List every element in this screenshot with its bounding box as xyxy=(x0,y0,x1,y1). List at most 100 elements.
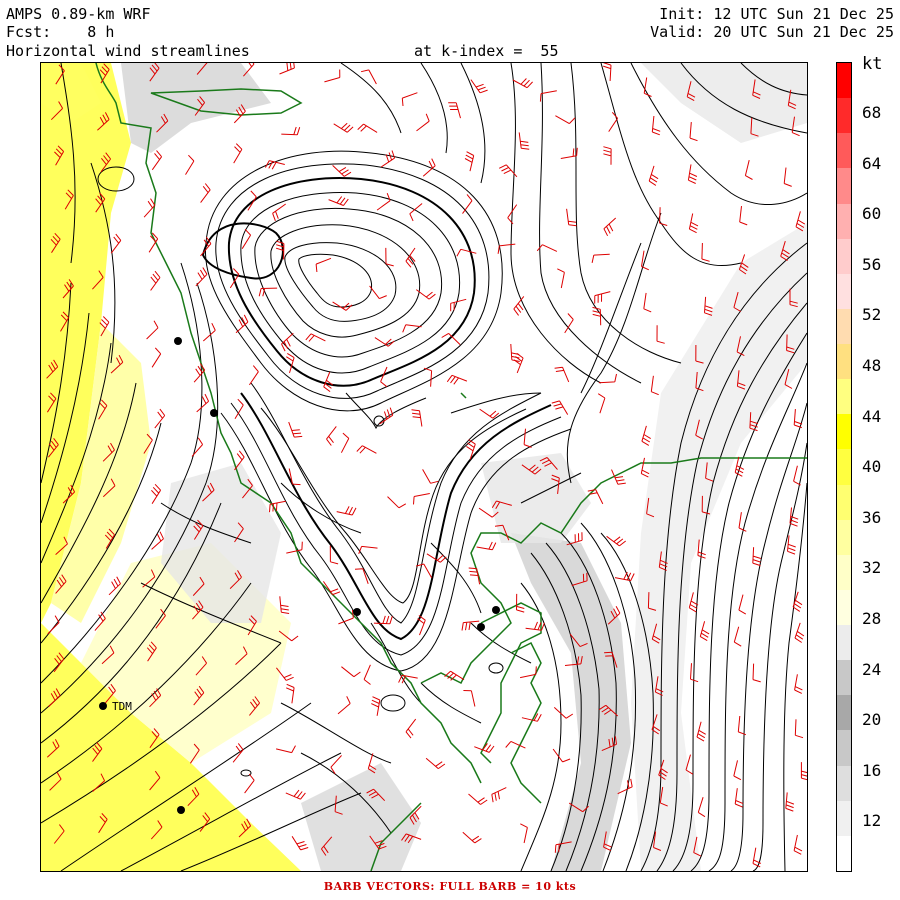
colorbar-tick-label: 12 xyxy=(862,811,882,831)
wind-barb xyxy=(193,363,206,383)
colorbar-swatch xyxy=(837,98,851,134)
wind-barb xyxy=(415,563,433,579)
colorbar-swatch xyxy=(837,133,851,169)
colorbar-swatch xyxy=(837,695,851,731)
vertical-level: at k-index = 55 xyxy=(414,42,559,60)
colorbar-swatch xyxy=(837,519,851,556)
wind-barb xyxy=(354,568,369,584)
wind-barb xyxy=(380,150,396,168)
wind-barb xyxy=(699,621,710,642)
wind-barb xyxy=(468,793,488,805)
wind-barb xyxy=(333,122,354,133)
wind-barb xyxy=(566,208,577,227)
wind-barb xyxy=(446,374,468,385)
wind-barb xyxy=(315,257,332,273)
wind-barb xyxy=(701,242,710,262)
wind-barb xyxy=(643,292,652,313)
wind-barb xyxy=(328,196,349,206)
wind-barb xyxy=(520,823,528,844)
wind-barb xyxy=(603,146,612,165)
wind-barb xyxy=(330,755,342,775)
wind-barb xyxy=(640,457,650,478)
wind-barb xyxy=(291,836,309,851)
wind-barb xyxy=(555,115,576,125)
wind-barb xyxy=(468,567,481,585)
wind-speed-shading xyxy=(41,63,807,871)
colorbar-tick-label: 36 xyxy=(862,507,882,527)
colorbar-swatch xyxy=(837,63,851,99)
wind-barb xyxy=(688,213,699,234)
wind-barb xyxy=(651,115,661,136)
colorbar-tick-label: 64 xyxy=(862,153,882,173)
wind-barb xyxy=(341,666,361,678)
wind-barb xyxy=(552,748,571,763)
wind-barb xyxy=(592,306,602,326)
wind-barb xyxy=(360,69,377,85)
wind-barb xyxy=(196,393,210,413)
wind-barb xyxy=(258,287,278,297)
colorbar-tick-label: 28 xyxy=(862,609,882,628)
wind-barb xyxy=(416,113,430,132)
wind-barb xyxy=(411,409,423,427)
colorbar-tick-label: 16 xyxy=(862,760,882,780)
wind-barb xyxy=(151,347,162,368)
wind-barb xyxy=(564,313,574,334)
colorbar-swatch xyxy=(837,168,851,205)
map-panel: TDM xyxy=(40,62,808,872)
wind-barb xyxy=(285,789,306,800)
wind-barb xyxy=(402,324,422,333)
wind-barb xyxy=(491,787,507,803)
wind-barb xyxy=(151,483,162,504)
wind-barb xyxy=(744,159,753,180)
wind-barb xyxy=(518,132,530,150)
colorbar-swatch xyxy=(837,835,851,872)
map-canvas: TDM xyxy=(41,63,807,871)
wind-barb xyxy=(369,285,387,300)
wind-barb xyxy=(505,740,526,749)
colorbar-swatch xyxy=(837,660,851,696)
wind-barb xyxy=(479,408,500,419)
wind-barb xyxy=(648,165,659,186)
wind-barb xyxy=(380,366,388,388)
wind-barb xyxy=(279,596,290,614)
wind-barb xyxy=(405,718,417,739)
wind-barb xyxy=(733,626,742,647)
wind-barb xyxy=(476,541,497,551)
wind-barb xyxy=(752,547,761,567)
wind-barb xyxy=(357,123,378,133)
wind-barb xyxy=(513,296,525,316)
wind-barb xyxy=(687,164,698,184)
wind-barb xyxy=(641,425,651,446)
wind-barb xyxy=(464,151,475,172)
wind-barb xyxy=(288,421,303,438)
wind-barb xyxy=(697,797,706,818)
wind-barb xyxy=(793,834,803,855)
wind-barb xyxy=(151,150,163,171)
valid-time: Valid: 20 UTC Sun 21 Dec 25 xyxy=(650,23,894,41)
wind-barb xyxy=(305,333,326,342)
wind-barb xyxy=(614,571,635,582)
wind-barb xyxy=(794,622,805,643)
wind-barb xyxy=(326,426,337,446)
init-time: Init: 12 UTC Sun 21 Dec 25 xyxy=(659,5,894,23)
wind-barb xyxy=(450,298,467,312)
wind-barb xyxy=(202,322,216,342)
wind-barb xyxy=(591,253,610,264)
colorbar-swatch xyxy=(837,484,851,521)
wind-barb xyxy=(413,493,430,505)
wind-barb xyxy=(734,788,744,808)
wind-barb xyxy=(608,111,619,132)
wind-barb xyxy=(785,792,795,812)
wind-barb xyxy=(752,663,761,683)
wind-barb xyxy=(752,847,762,868)
wind-barb xyxy=(461,620,480,631)
wind-barb xyxy=(233,143,243,164)
wind-barb xyxy=(323,371,334,392)
wind-barb xyxy=(554,366,570,383)
colorbar xyxy=(836,62,852,872)
wind-barb xyxy=(474,743,495,753)
wind-barb xyxy=(603,217,617,237)
wind-barb xyxy=(738,594,747,615)
wind-barb xyxy=(185,154,195,175)
wind-barb xyxy=(594,291,611,304)
